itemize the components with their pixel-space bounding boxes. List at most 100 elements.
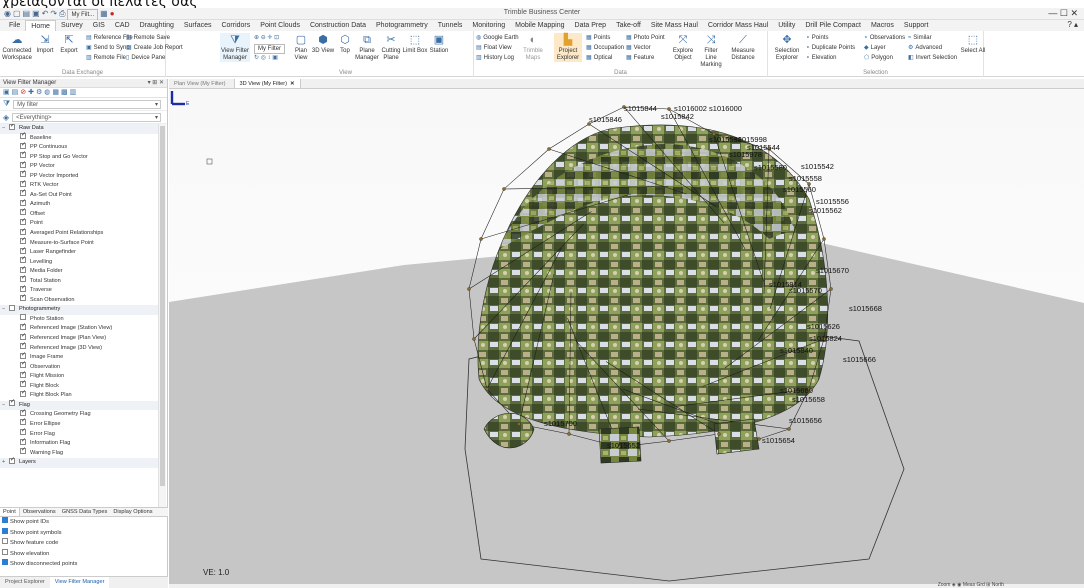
menu-point-clouds[interactable]: Point Clouds xyxy=(255,20,305,31)
menu-corridor-mass-haul[interactable]: Corridor Mass Haul xyxy=(703,20,773,31)
zoom-tools[interactable]: ⊕ ⊖ ✛ ⊡ xyxy=(254,34,279,42)
camera-point-marker[interactable] xyxy=(667,107,671,111)
camera-point-marker[interactable] xyxy=(567,432,571,436)
layer-button[interactable]: ◆ Layer xyxy=(864,44,886,52)
send-to-sync-button[interactable]: ▣ Send to Sync xyxy=(86,44,129,52)
menu-utility[interactable]: Utility xyxy=(773,20,800,31)
panel-scrollbar[interactable] xyxy=(158,124,166,514)
menu-macros[interactable]: Macros xyxy=(866,20,899,31)
points-button[interactable]: ▦ Points xyxy=(586,34,610,42)
camera-point-marker[interactable] xyxy=(472,337,476,341)
point-label[interactable]: s1015556 xyxy=(816,198,849,206)
camera-point-marker[interactable] xyxy=(467,287,471,291)
option-checkbox[interactable] xyxy=(2,548,8,555)
camera-point-marker[interactable] xyxy=(667,439,671,443)
plane-manager-button[interactable]: ⧉ Plane Manager xyxy=(354,33,380,62)
camera-point-marker[interactable] xyxy=(479,237,483,241)
tree-checkbox[interactable] xyxy=(20,198,26,207)
select-all-button[interactable]: ⬚ Select All xyxy=(960,33,986,55)
menu-surfaces[interactable]: Surfaces xyxy=(179,20,217,31)
tree-checkbox[interactable] xyxy=(20,360,26,370)
camera-point-marker[interactable] xyxy=(485,387,489,391)
cutting-plane-button[interactable]: ✂ Cutting Plane xyxy=(378,33,404,62)
view-filter-manager-button[interactable]: ⧩ View Filter Manager xyxy=(220,33,250,62)
option-tab[interactable]: Observations xyxy=(20,508,59,516)
point-label[interactable]: s1015846 xyxy=(589,116,622,124)
advanced-button[interactable]: ⚙ Advanced xyxy=(908,44,942,52)
connected-workspace-button[interactable]: ☁ Connected Workspace xyxy=(2,33,32,62)
option-row[interactable]: Show point IDs xyxy=(0,517,168,528)
nav-tools[interactable]: ↻ ◎ ↕ ▣ xyxy=(254,54,278,62)
bottom-tab[interactable]: View Filter Manager xyxy=(49,577,110,588)
camera-point-marker[interactable] xyxy=(517,422,521,426)
export-button[interactable]: ⇱ Export xyxy=(56,33,82,55)
filter-select[interactable]: My filter xyxy=(13,99,161,109)
tree-checkbox[interactable] xyxy=(20,246,26,255)
menu-gis[interactable]: GIS xyxy=(88,20,110,31)
tree-category[interactable]: + Layers xyxy=(0,456,160,468)
expand-toggle-icon[interactable]: − xyxy=(2,305,9,315)
menu-corridors[interactable]: Corridors xyxy=(216,20,255,31)
point-label[interactable]: s1015978 xyxy=(729,151,762,159)
similar-button[interactable]: ≈ Similar xyxy=(908,34,932,42)
explore-object-button[interactable]: ⤧ Explore Object xyxy=(670,33,696,62)
tree-checkbox[interactable] xyxy=(20,227,26,236)
option-tab[interactable]: Display Options xyxy=(110,508,155,516)
menu-drill-pile-compact[interactable]: Drill Pile Compact xyxy=(800,20,866,31)
feature-button[interactable]: ▦ Feature xyxy=(626,54,654,62)
bottom-tab[interactable]: Project Explorer xyxy=(0,577,50,588)
globe-filter-icon[interactable]: ◍ xyxy=(44,88,50,98)
remote-save-button[interactable]: ▧ Remote Save xyxy=(126,34,170,42)
tree-checkbox[interactable] xyxy=(20,332,26,341)
tree-checkbox[interactable] xyxy=(20,417,26,427)
everything-select[interactable]: <Everything> xyxy=(12,112,161,122)
option-row[interactable]: Show disconnected points xyxy=(0,559,168,570)
tree-checkbox[interactable] xyxy=(20,217,26,227)
tree-checkbox[interactable] xyxy=(20,131,26,141)
tree-checkbox[interactable] xyxy=(20,236,26,246)
close-tab-icon[interactable]: ✕ xyxy=(290,81,295,87)
point-label[interactable]: s1015542 xyxy=(801,163,834,171)
tree-item[interactable]: Flight Block Plan xyxy=(0,389,160,401)
menu-construction-data[interactable]: Construction Data xyxy=(305,20,371,31)
tree-checkbox[interactable] xyxy=(20,427,26,437)
option-tab[interactable]: Point xyxy=(0,508,20,516)
tree-checkbox[interactable] xyxy=(20,351,26,360)
tree-checkbox[interactable] xyxy=(20,284,26,293)
menu-cad[interactable]: CAD xyxy=(110,20,135,31)
tree-checkbox[interactable] xyxy=(20,179,26,188)
tree-checkbox[interactable] xyxy=(20,255,26,265)
tree-checkbox[interactable] xyxy=(20,370,26,379)
point-label[interactable]: s1015580 xyxy=(754,164,787,172)
camera-point-marker[interactable] xyxy=(757,437,761,441)
menu-mobile-mapping[interactable]: Mobile Mapping xyxy=(510,20,569,31)
tree-checkbox[interactable] xyxy=(20,314,26,321)
tree-checkbox[interactable] xyxy=(20,437,26,446)
tree-checkbox[interactable] xyxy=(20,141,26,150)
tree-checkbox[interactable] xyxy=(20,379,26,389)
history-log-button[interactable]: ▥ History Log xyxy=(476,54,514,62)
menu-site-mass-haul[interactable]: Site Mass Haul xyxy=(646,20,703,31)
point-label[interactable]: s1015654 xyxy=(762,437,795,445)
tree-checkbox[interactable] xyxy=(20,389,26,398)
scrollbar-thumb[interactable] xyxy=(160,126,165,486)
3d-viewport[interactable]: s1015844 s1016002 s1016000 s1015846 s101584… xyxy=(169,89,1084,584)
help-icon[interactable]: ? ▴ xyxy=(1067,20,1078,29)
tree-checkbox[interactable] xyxy=(9,304,15,311)
filter-line-marking-button[interactable]: ⤨ Filter Line Marking xyxy=(698,33,724,69)
menu-take-off[interactable]: Take-off xyxy=(611,20,646,31)
camera-point-marker[interactable] xyxy=(787,427,791,431)
point-label[interactable]: s1015652 xyxy=(607,442,640,450)
tree-checkbox[interactable] xyxy=(20,274,26,284)
settings-icon[interactable]: ⚙ xyxy=(36,88,42,98)
point-label[interactable]: s1015626 xyxy=(807,323,840,331)
tree-checkbox[interactable] xyxy=(9,398,15,408)
option-row[interactable]: Show elevation xyxy=(0,548,168,560)
option-checkbox[interactable] xyxy=(2,527,8,534)
limit-box-button[interactable]: ⬚ Limit Box xyxy=(402,33,428,55)
option-row[interactable]: Show feature code xyxy=(0,538,168,549)
occupation-button[interactable]: ▦ Occupation xyxy=(586,44,624,52)
tree-checkbox[interactable] xyxy=(9,124,15,131)
menu-draughting[interactable]: Draughting xyxy=(135,20,179,31)
device-pane-button[interactable]: ▯ Device Pane xyxy=(126,54,165,62)
